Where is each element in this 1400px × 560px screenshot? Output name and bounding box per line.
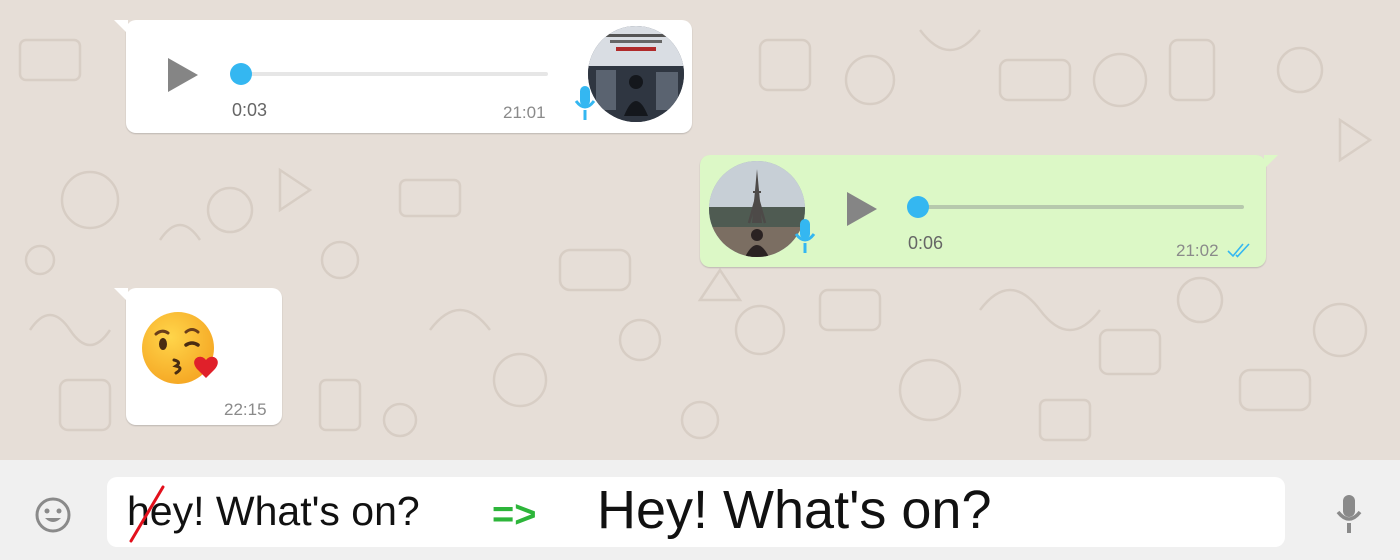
album-cover-avatar <box>588 26 684 122</box>
emoji-message-incoming[interactable]: 22:15 <box>114 288 282 425</box>
voice-duration: 0:06 <box>908 233 944 253</box>
chat-area: 0:03 21:01 0:06 21:02 22:15 <box>0 0 1400 460</box>
voice-duration: 0:03 <box>232 100 268 120</box>
voice-progress-knob[interactable] <box>907 196 929 218</box>
message-time: 21:01 <box>503 103 546 122</box>
mic-icon <box>574 86 596 120</box>
voice-message-outgoing[interactable]: 0:06 21:02 <box>700 155 1278 267</box>
mic-icon[interactable] <box>1334 493 1364 535</box>
play-icon[interactable] <box>843 190 879 228</box>
correction-arrow: => <box>492 494 537 536</box>
composer-bar: hey! What's on? => Hey! What's on? <box>0 460 1400 560</box>
voice-progress-track[interactable] <box>914 205 1244 209</box>
voice-message-incoming[interactable]: 0:03 21:01 <box>114 20 692 133</box>
bubble-tail <box>1264 155 1278 169</box>
smiley-icon[interactable] <box>34 496 72 534</box>
bubble-tail <box>114 20 128 34</box>
strike-mark <box>129 485 165 543</box>
eiffel-tower-avatar <box>709 161 805 257</box>
typed-text: hey! What's on? <box>127 488 420 534</box>
message-time: 21:02 <box>1176 241 1219 260</box>
bubble-tail <box>114 288 128 302</box>
play-icon[interactable] <box>164 56 200 94</box>
voice-progress-track[interactable] <box>236 72 548 76</box>
kiss-emoji <box>142 312 218 384</box>
mic-icon <box>794 219 816 253</box>
voice-progress-knob[interactable] <box>230 63 252 85</box>
message-input[interactable]: hey! What's on? => Hey! What's on? <box>107 477 1285 547</box>
message-time: 22:15 <box>224 400 267 419</box>
double-check-icon <box>1227 243 1250 258</box>
corrected-text: Hey! What's on? <box>597 480 992 540</box>
